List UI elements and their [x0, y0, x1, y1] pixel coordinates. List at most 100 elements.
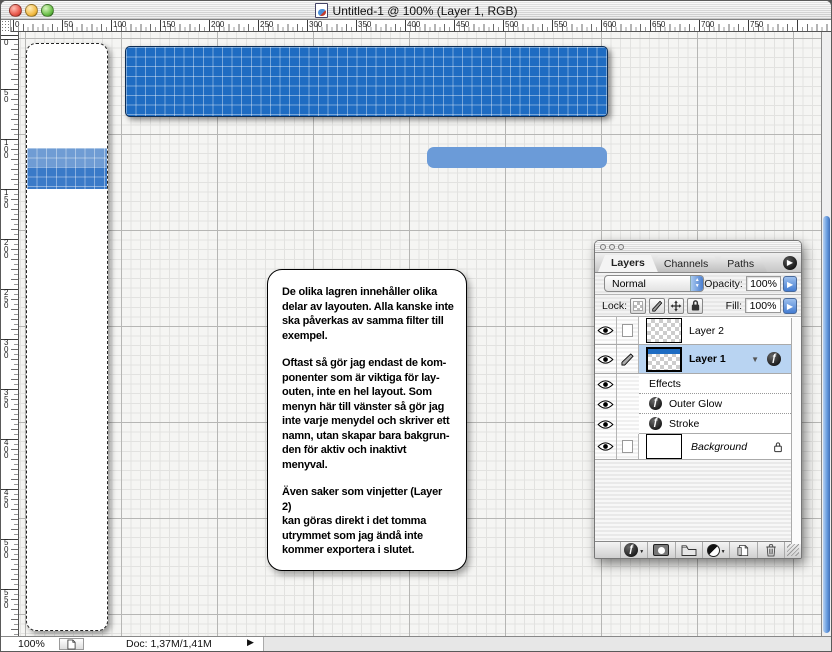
active-brush-cell[interactable]	[617, 345, 639, 373]
ruler-label-v: 4 0 0	[4, 440, 8, 460]
photoshop-window: Untitled-1 @ 100% (Layer 1, RGB) 0501001…	[0, 0, 832, 652]
palette-menu-button[interactable]: ▶	[783, 256, 797, 270]
dropdown-triangle-icon: ▼	[721, 549, 726, 555]
page-icon	[67, 639, 76, 650]
lock-all-button[interactable]	[687, 298, 703, 314]
tab-layers[interactable]: Layers	[598, 255, 658, 272]
layer-list-empty-area	[595, 460, 801, 541]
doc-preview-button[interactable]	[59, 638, 84, 650]
palette-resize-grip[interactable]	[785, 542, 801, 558]
visibility-toggle[interactable]	[595, 345, 617, 373]
vertical-scrollbar-thumb[interactable]	[823, 216, 830, 633]
ruler-label-h: 0	[15, 20, 19, 29]
tab-paths[interactable]: Paths	[714, 256, 767, 272]
ruler-label-h: 750	[750, 20, 763, 29]
palette-tabs: Layers Channels Paths ▶	[595, 253, 801, 273]
layer-name[interactable]: Background	[691, 441, 747, 453]
visibility-toggle[interactable]	[595, 394, 617, 414]
visibility-toggle[interactable]	[595, 434, 617, 459]
eye-icon	[597, 441, 614, 452]
add-layer-mask-button[interactable]	[648, 542, 675, 558]
palette-scrollbar[interactable]	[791, 318, 801, 544]
eye-icon	[597, 379, 614, 390]
layer-name[interactable]: Layer 1	[689, 353, 726, 365]
ruler-label-h: 300	[309, 20, 322, 29]
palette-close-button[interactable]	[600, 244, 606, 250]
effects-header-row[interactable]: Effects	[595, 374, 801, 394]
close-button[interactable]	[9, 4, 22, 17]
layer-thumbnail[interactable]	[646, 347, 682, 372]
palette-title-bar[interactable]	[595, 241, 801, 253]
effect-name[interactable]: Stroke	[669, 418, 699, 430]
layer-list: Layer 2 Layer 1 ▼ ƒ	[595, 317, 801, 541]
blend-mode-select[interactable]: Normal ▲▼	[604, 275, 704, 292]
note-paragraph: Även saker som vinjetter (Layer 2) kan g…	[282, 485, 454, 558]
status-menu-button[interactable]: ▶	[247, 637, 254, 648]
document-canvas[interactable]: De olika lagren innehåller olika delar a…	[19, 32, 821, 636]
collapse-effects-icon[interactable]: ▼	[751, 355, 759, 364]
visibility-toggle[interactable]	[595, 317, 617, 344]
fill-slider-button[interactable]: ▶	[783, 298, 797, 314]
window-title: Untitled-1 @ 100% (Layer 1, RGB)	[333, 4, 518, 18]
ruler-label-h: 500	[505, 20, 518, 29]
effect-row-stroke[interactable]: ƒ Stroke	[595, 414, 801, 434]
zoom-level-field[interactable]: 100%	[18, 638, 45, 650]
layer-thumbnail[interactable]	[646, 318, 682, 343]
layer-row-background[interactable]: Background	[595, 434, 801, 460]
move-icon	[670, 300, 682, 312]
zoom-button[interactable]	[41, 4, 54, 17]
ruler-label-h: 450	[456, 20, 469, 29]
delete-layer-button[interactable]	[758, 542, 785, 558]
opacity-slider-button[interactable]: ▶	[783, 276, 797, 292]
lock-position-button[interactable]	[668, 298, 684, 314]
ruler-label-h: 700	[701, 20, 714, 29]
new-layer-icon	[737, 544, 749, 557]
ruler-label-v: 5 0 0	[4, 540, 8, 560]
ruler-origin-box[interactable]	[1, 20, 11, 32]
blend-mode-value: Normal	[605, 276, 690, 291]
stepper-icon[interactable]: ▲▼	[690, 276, 703, 291]
lock-paint-button[interactable]	[649, 298, 665, 314]
effect-name[interactable]: Outer Glow	[669, 398, 722, 410]
eye-icon	[597, 399, 614, 410]
title-bar[interactable]: Untitled-1 @ 100% (Layer 1, RGB)	[1, 1, 831, 20]
effect-row-outer-glow[interactable]: ƒ Outer Glow	[595, 394, 801, 414]
layer-row-layer-2[interactable]: Layer 2	[595, 317, 801, 345]
horizontal-ruler[interactable]: 0501001502002503003504004505005506006507…	[1, 20, 831, 32]
ruler-label-v: 2 0 0	[4, 240, 8, 260]
eye-icon	[597, 419, 614, 430]
lock-transparency-button[interactable]	[630, 298, 646, 314]
fill-field[interactable]: 100%	[745, 298, 781, 313]
trash-icon	[765, 543, 777, 557]
adjustment-layer-icon	[707, 544, 720, 557]
note-paragraph: De olika lagren innehåller olika delar a…	[282, 285, 454, 343]
ruler-label-h: 250	[260, 20, 273, 29]
horizontal-scrollbar[interactable]	[263, 637, 831, 651]
layer-row-layer-1[interactable]: Layer 1 ▼ ƒ	[595, 345, 801, 374]
add-layer-style-button[interactable]: ƒ ▼	[621, 542, 648, 558]
document-icon	[315, 3, 328, 18]
layers-palette: Layers Channels Paths ▶ Normal ▲▼ Opacit…	[594, 240, 802, 559]
new-layer-button[interactable]	[730, 542, 757, 558]
effects-label[interactable]: Effects	[649, 378, 681, 390]
layer-thumbnail[interactable]	[646, 434, 682, 459]
opacity-field[interactable]: 100%	[746, 276, 781, 291]
palette-minimize-button[interactable]	[609, 244, 615, 250]
visibility-toggle[interactable]	[595, 414, 617, 434]
minimize-button[interactable]	[25, 4, 38, 17]
vertical-scrollbar[interactable]	[821, 32, 831, 636]
layer-name[interactable]: Layer 2	[689, 325, 724, 337]
vertical-ruler[interactable]: 05 01 0 01 5 02 0 02 5 03 0 03 5 04 0 04…	[1, 32, 19, 636]
palette-zoom-button[interactable]	[618, 244, 624, 250]
layer-style-icon[interactable]: ƒ	[767, 352, 781, 366]
tab-channels[interactable]: Channels	[651, 256, 721, 272]
link-cell[interactable]	[617, 434, 639, 459]
effect-fx-icon: ƒ	[649, 417, 662, 430]
new-adjustment-layer-button[interactable]: ▼	[703, 542, 730, 558]
empty-well-icon	[622, 324, 633, 337]
link-cell[interactable]	[617, 317, 639, 344]
status-bar: 100% Doc: 1,37M/1,41M ▶	[1, 636, 831, 651]
visibility-toggle[interactable]	[595, 374, 617, 394]
new-layer-set-button[interactable]	[676, 542, 703, 558]
ruler-label-h: 50	[64, 20, 73, 29]
